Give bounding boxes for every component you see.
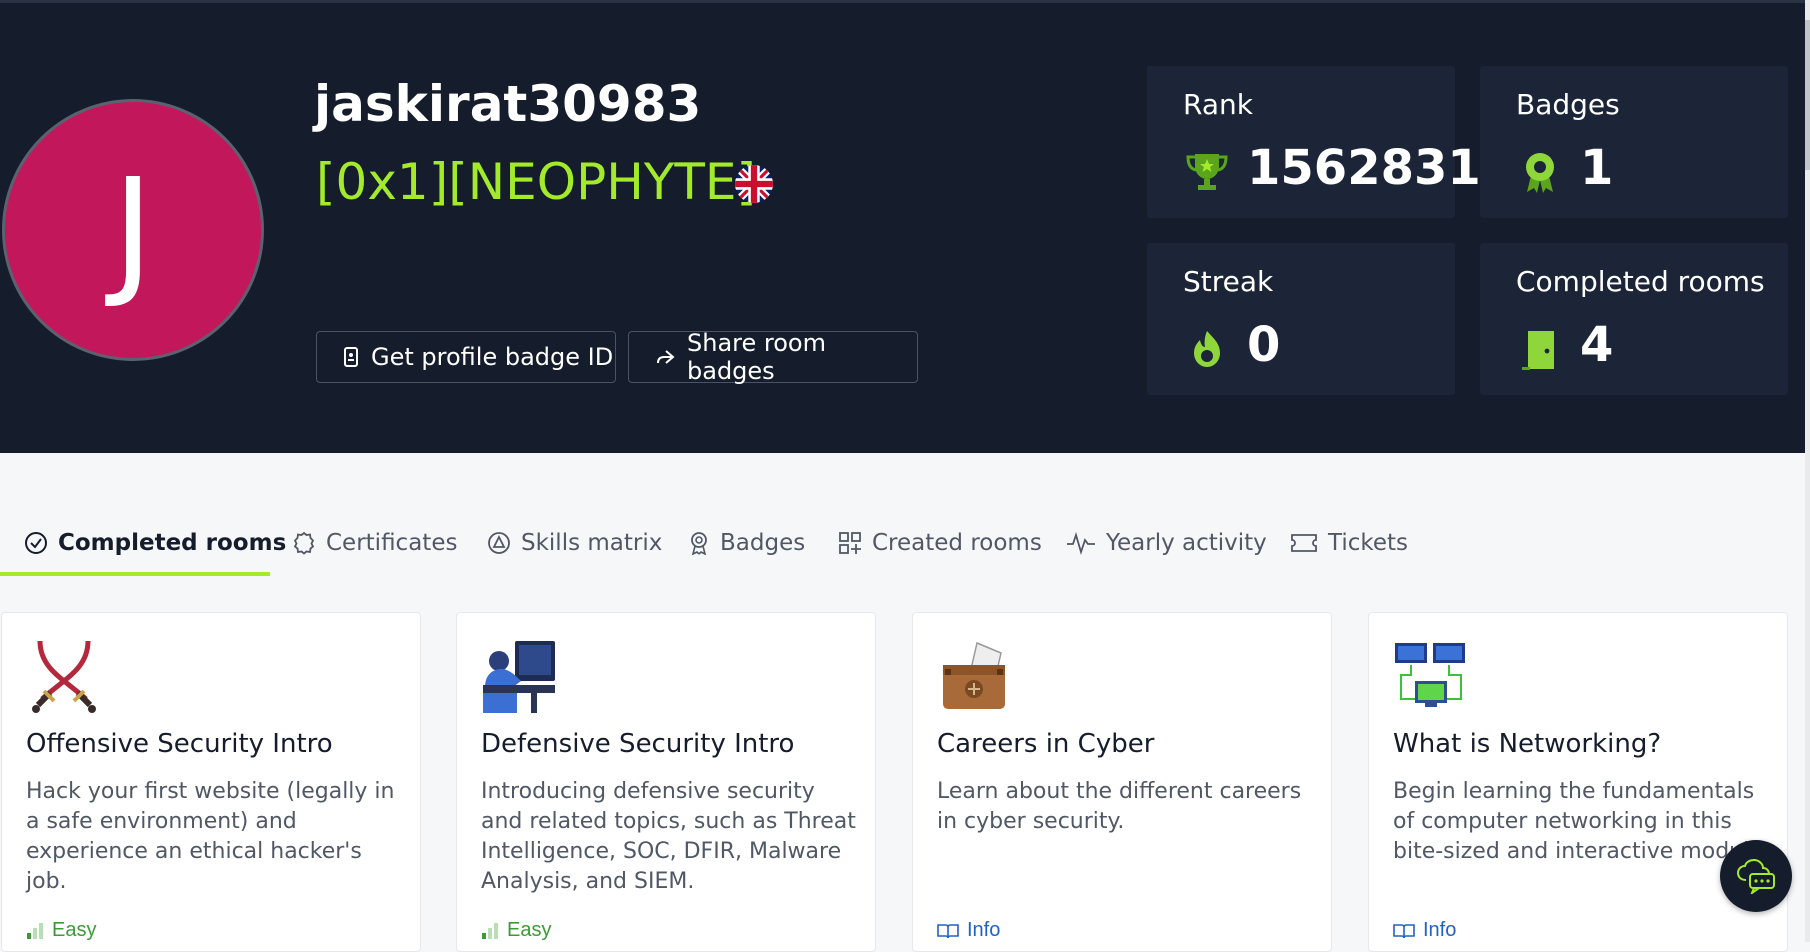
room-info-label: Info: [1423, 919, 1457, 941]
room-card-offensive-security-intro[interactable]: Offensive Security Intro Hack your first…: [1, 612, 421, 952]
room-info-label: Info: [967, 919, 1001, 941]
chat-cloud-icon: [1736, 858, 1776, 894]
difficulty-label: Easy: [52, 919, 97, 941]
room-description: Hack your first website (legally in a sa…: [26, 779, 395, 894]
room-description: Learn about the different careers in cyb…: [937, 779, 1302, 834]
room-title: Careers in Cyber: [937, 729, 1155, 759]
room-description: Begin learning the fundamentals of compu…: [1393, 779, 1770, 864]
difficulty-easy: Easy: [481, 919, 551, 942]
tab-yearly-activity-label: Yearly activity: [1106, 530, 1267, 556]
badge-icon: [688, 531, 710, 555]
rank-stat-card: Rank 1562831: [1147, 66, 1481, 218]
room-card-careers-in-cyber[interactable]: Careers in Cyber Learn about the differe…: [912, 612, 1332, 952]
tab-certificates[interactable]: Certificates: [292, 510, 457, 576]
streak-label: Streak: [1183, 265, 1274, 298]
rank-label: Rank: [1183, 88, 1253, 121]
ticket-icon: [1290, 532, 1318, 554]
room-title: Defensive Security Intro: [481, 729, 795, 759]
briefcase-icon: [937, 639, 1013, 715]
tab-completed-rooms-label: Completed rooms: [58, 530, 287, 556]
avatar: J: [2, 99, 264, 361]
check-circle-icon: [24, 531, 48, 555]
award-icon: [1516, 148, 1564, 196]
certificate-icon: [292, 531, 316, 555]
book-icon: [1393, 923, 1415, 939]
tab-created-rooms[interactable]: Created rooms: [838, 510, 1042, 576]
room-description: Introducing defensive security and relat…: [481, 779, 856, 894]
room-card-defensive-security-intro[interactable]: Defensive Security Intro Introducing def…: [456, 612, 876, 952]
badges-label: Badges: [1516, 88, 1620, 121]
scrollbar[interactable]: [1805, 0, 1810, 942]
analyst-desk-icon: [481, 639, 557, 715]
completed-rooms-label: Completed rooms: [1516, 265, 1765, 298]
room-card-what-is-networking[interactable]: What is Networking? Begin learning the f…: [1368, 612, 1788, 952]
profile-hero: J jaskirat30983 [0x1][NEOPHYTE] Get prof…: [0, 3, 1805, 453]
room-info-link[interactable]: Info: [1393, 919, 1456, 942]
difficulty-label: Easy: [507, 919, 552, 941]
skills-icon: [487, 531, 511, 555]
tab-completed-rooms[interactable]: Completed rooms: [24, 510, 286, 576]
tab-yearly-activity[interactable]: Yearly activity: [1066, 510, 1267, 576]
completed-rooms-stat-card: Completed rooms 4: [1480, 243, 1788, 395]
badges-value: 1: [1580, 140, 1614, 196]
completed-rooms-value: 4: [1580, 317, 1614, 373]
room-title: Offensive Security Intro: [26, 729, 333, 759]
badges-stat-card: Badges 1: [1480, 66, 1788, 218]
chat-support-button[interactable]: [1720, 840, 1792, 912]
rank-value: 1562831: [1247, 140, 1481, 196]
rank-title: [0x1][NEOPHYTE]: [316, 153, 757, 211]
id-card-icon: [343, 347, 359, 367]
trophy-icon: [1183, 148, 1231, 196]
signal-bars-icon: [481, 922, 499, 939]
streak-value: 0: [1247, 317, 1281, 373]
share-icon: [655, 348, 675, 366]
book-icon: [937, 923, 959, 939]
tab-skills-matrix-label: Skills matrix: [521, 530, 663, 556]
profile-tabs: Completed rooms Certificates Skills matr…: [0, 510, 1805, 576]
signal-bars-icon: [26, 922, 44, 939]
room-title: What is Networking?: [1393, 729, 1662, 759]
tab-certificates-label: Certificates: [326, 530, 458, 556]
crossed-swords-icon: [26, 639, 102, 715]
room-info-link[interactable]: Info: [937, 919, 1000, 942]
tab-badges-label: Badges: [720, 530, 806, 556]
scrollbar-thumb[interactable]: [1805, 20, 1810, 170]
door-icon: [1516, 325, 1564, 373]
active-tab-indicator: [0, 572, 270, 576]
flame-icon: [1183, 325, 1231, 373]
tab-skills-matrix[interactable]: Skills matrix: [487, 510, 662, 576]
share-room-badges-button[interactable]: Share room badges: [628, 329, 918, 385]
tab-tickets[interactable]: Tickets: [1290, 510, 1408, 576]
uk-flag-icon: [735, 165, 773, 203]
tab-created-rooms-label: Created rooms: [872, 530, 1042, 556]
tab-tickets-label: Tickets: [1328, 530, 1409, 556]
network-icon: [1393, 639, 1469, 715]
streak-stat-card: Streak 0: [1147, 243, 1455, 395]
activity-icon: [1066, 531, 1096, 555]
share-room-badges-label: Share room badges: [687, 329, 826, 385]
get-profile-badge-button[interactable]: Get profile badge ID: [316, 331, 616, 383]
grid-plus-icon: [838, 531, 862, 555]
difficulty-easy: Easy: [26, 919, 96, 942]
username: jaskirat30983: [314, 75, 702, 133]
tab-badges[interactable]: Badges: [688, 510, 805, 576]
get-profile-badge-label: Get profile badge ID: [371, 343, 614, 371]
